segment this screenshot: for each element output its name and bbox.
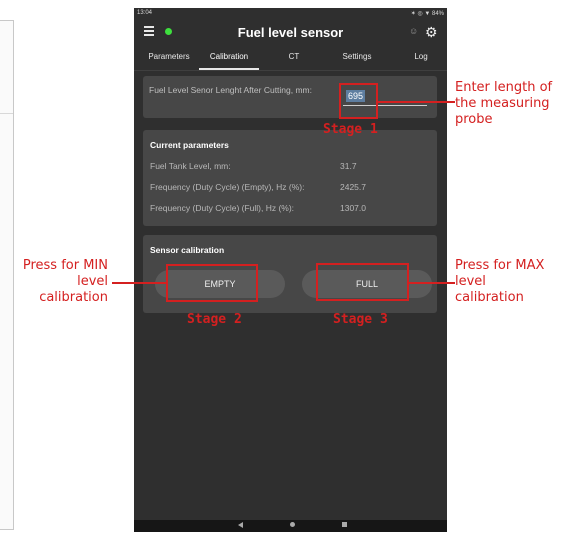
app-bar: Fuel level sensor ☺ ⚙ xyxy=(134,20,447,46)
system-nav-bar xyxy=(134,520,447,532)
stage2-label: Stage 2 xyxy=(187,312,242,327)
stage1-highlight-box xyxy=(339,83,378,119)
home-icon[interactable] xyxy=(290,522,295,527)
max-calibration-note: Press for MAX level calibration xyxy=(455,258,545,305)
frequency-empty-value: 2425.7 xyxy=(340,182,366,192)
page-title: Fuel level sensor xyxy=(237,25,344,40)
tab-settings[interactable]: Settings xyxy=(332,52,382,61)
active-tab-indicator xyxy=(199,68,259,70)
status-time: 13:04 xyxy=(137,10,153,16)
frequency-full-label: Frequency (Duty Cycle) (Full), Hz (%): xyxy=(150,203,295,213)
tab-calibration[interactable]: Calibration xyxy=(199,52,259,61)
stage2-highlight-box xyxy=(166,264,258,302)
tab-parameters[interactable]: Parameters xyxy=(144,52,194,61)
stage1-label: Stage 1 xyxy=(323,122,378,137)
stage1-leader-line xyxy=(378,101,455,103)
stage3-label: Stage 3 xyxy=(333,312,388,327)
tab-bar: Parameters Calibration CT Settings Log xyxy=(134,46,447,71)
person-icon[interactable]: ☺ xyxy=(409,26,418,36)
probe-length-label: Fuel Level Senor Lenght After Cutting, m… xyxy=(149,85,313,95)
min-calibration-note: Press for MIN level calibration xyxy=(22,258,108,305)
frequency-empty-label: Frequency (Duty Cycle) (Empty), Hz (%): xyxy=(150,182,305,192)
current-parameters-card: Current parameters Fuel Tank Level, mm: … xyxy=(143,130,437,226)
back-icon[interactable] xyxy=(238,522,243,528)
probe-length-note: Enter length of the measuring probe xyxy=(455,80,553,127)
frequency-full-value: 1307.0 xyxy=(340,203,366,213)
gear-icon[interactable]: ⚙ xyxy=(425,24,438,41)
stage3-highlight-box xyxy=(316,263,409,301)
stage2-leader-line xyxy=(112,282,166,284)
stage3-leader-line xyxy=(409,282,455,284)
current-parameters-title: Current parameters xyxy=(150,140,229,150)
tank-level-value: 31.7 xyxy=(340,161,357,171)
tab-log[interactable]: Log xyxy=(396,52,446,61)
recent-apps-icon[interactable] xyxy=(342,522,347,527)
status-icons: ✶ ◎ ▼ 84% xyxy=(410,11,444,17)
probe-length-card: Fuel Level Senor Lenght After Cutting, m… xyxy=(143,76,437,118)
tab-ct[interactable]: CT xyxy=(274,52,314,61)
tank-level-label: Fuel Tank Level, mm: xyxy=(150,161,231,171)
sensor-calibration-title: Sensor calibration xyxy=(150,245,225,255)
status-bar: 13:04 ✶ ◎ ▼ 84% xyxy=(134,8,447,20)
